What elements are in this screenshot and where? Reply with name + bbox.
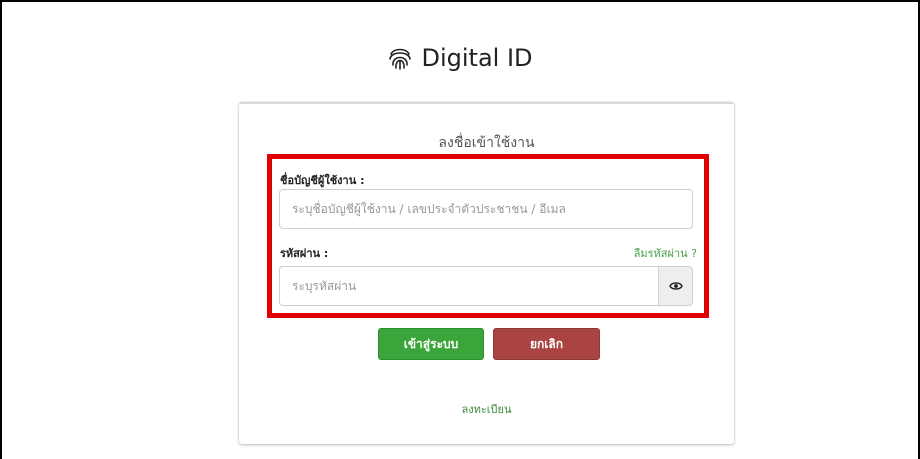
screen-frame: Digital ID ลงชื่อเข้าใช้งาน ชื่อบัญชีผู้… (0, 0, 920, 459)
username-input[interactable]: ระบุชื่อบัญชีผู้ใช้งาน / เลขประจำตัวประช… (279, 189, 693, 229)
username-placeholder: ระบุชื่อบัญชีผู้ใช้งาน / เลขประจำตัวประช… (292, 201, 566, 216)
register-link[interactable]: ลงทะเบียน (239, 400, 734, 418)
username-label: ชื่อบัญชีผู้ใช้งาน : (280, 174, 365, 187)
forgot-password-link[interactable]: ลืมรหัสผ่าน ? (634, 244, 697, 262)
login-card: ลงชื่อเข้าใช้งาน ชื่อบัญชีผู้ใช้งาน : ระ… (239, 102, 734, 444)
login-card-title: ลงชื่อเข้าใช้งาน (438, 135, 535, 151)
login-button[interactable]: เข้าสู่ระบบ (378, 328, 484, 360)
show-password-button[interactable] (658, 266, 693, 306)
password-input[interactable]: ระบุรหัสผ่าน (279, 266, 659, 306)
brand-title: Digital ID (421, 44, 533, 72)
password-placeholder: ระบุรหัสผ่าน (292, 278, 357, 293)
brand-header: Digital ID (2, 44, 918, 72)
fingerprint-icon (389, 48, 412, 70)
password-label: รหัสผ่าน : (280, 247, 329, 260)
cancel-button[interactable]: ยกเลิก (493, 328, 600, 360)
eye-icon (668, 282, 683, 290)
